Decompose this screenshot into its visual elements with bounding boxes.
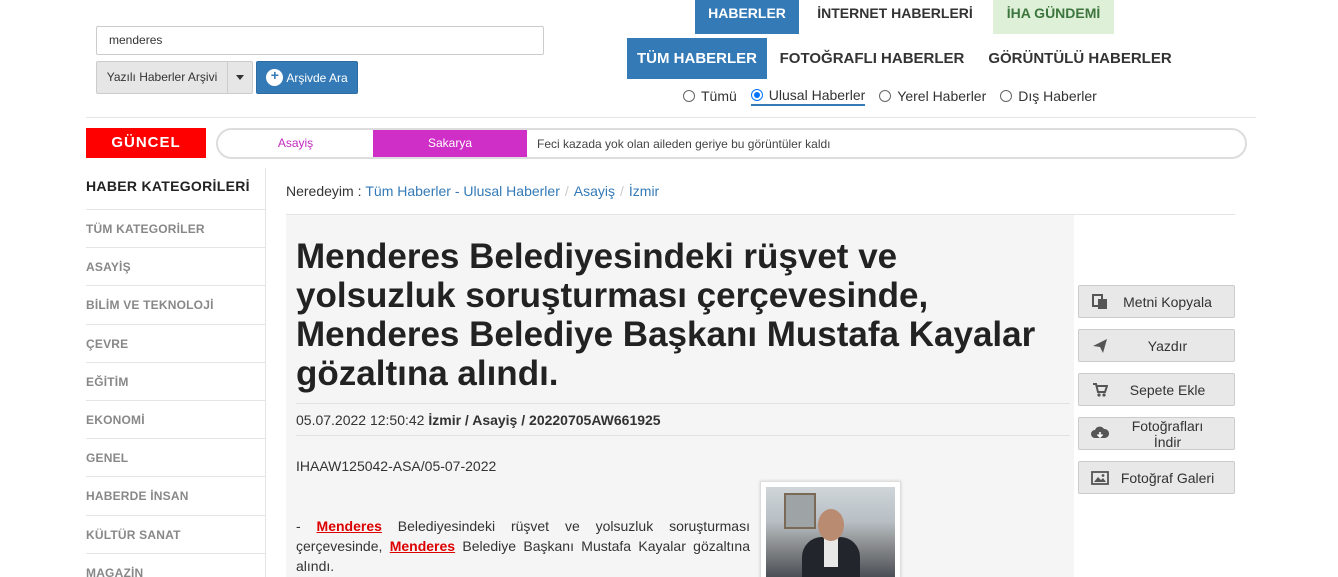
- breadcrumb-link-tum-haberler[interactable]: Tüm Haberler - Ulusal Haberler: [365, 183, 560, 199]
- article-meta: 05.07.2022 12:50:42 İzmir / Asayiş / 202…: [296, 412, 661, 428]
- ticker-headline[interactable]: Feci kazada yok olan aileden geriye bu g…: [527, 137, 831, 151]
- radio-ulusal-haberler[interactable]: Ulusal Haberler: [750, 86, 866, 106]
- add-to-cart-label: Sepete Ekle: [1129, 381, 1206, 398]
- article-body: - Menderes Belediyesindeki rüşvet ve yol…: [296, 516, 750, 576]
- breadcrumb-link-asayis[interactable]: Asayiş: [574, 183, 615, 199]
- breadcrumb-link-izmir[interactable]: İzmir: [629, 183, 659, 199]
- archive-search-button-label: Arşivde Ara: [286, 70, 348, 85]
- article-divider: [296, 403, 1070, 404]
- cart-icon: [1091, 382, 1109, 398]
- radio-label: Yerel Haberler: [897, 88, 987, 104]
- news-ticker[interactable]: Asayiş Sakarya Feci kazada yok olan aile…: [216, 128, 1247, 159]
- breadcrumb-separator: /: [564, 183, 569, 199]
- archive-type-select[interactable]: Yazılı Haberler Arşivi: [96, 61, 253, 94]
- chevron-down-icon[interactable]: [228, 62, 252, 93]
- article-divider: [296, 435, 1070, 436]
- breadcrumb-prefix: Neredeyim :: [286, 183, 362, 199]
- keyword-highlight: Menderes: [389, 538, 456, 554]
- article-photo-image: [766, 487, 895, 577]
- sidebar-item-magazin[interactable]: MAGAZİN: [86, 554, 265, 577]
- print-label: Yazdır: [1147, 337, 1188, 354]
- radio-label: Ulusal Haberler: [768, 87, 866, 103]
- keyword-highlight: Menderes: [316, 518, 382, 534]
- tab-fotografli-haberler[interactable]: FOTOĞRAFLI HABERLER: [772, 38, 972, 79]
- article-city: İzmir: [428, 412, 462, 428]
- sidebar-item-genel[interactable]: GENEL: [86, 439, 265, 478]
- sidebar-item-ekonomi[interactable]: EKONOMİ: [86, 401, 265, 440]
- radio-label: Tümü: [701, 88, 737, 104]
- news-scope-radio-group: Tümü Ulusal Haberler Yerel Haberler Dış …: [683, 86, 1111, 106]
- ticker-city[interactable]: Sakarya: [373, 130, 527, 157]
- sidebar-item-egitim[interactable]: EĞİTİM: [86, 363, 265, 401]
- add-to-cart-button[interactable]: Sepete Ekle: [1078, 373, 1235, 406]
- sidebar-item-bilim-teknoloji[interactable]: BİLİM VE TEKNOLOJİ: [86, 286, 265, 325]
- ticker-category[interactable]: Asayiş: [218, 130, 373, 157]
- cloud-download-icon: [1091, 426, 1109, 442]
- radio-yerel-haberler[interactable]: Yerel Haberler: [879, 86, 986, 106]
- radio-circle-icon: [879, 90, 892, 102]
- article-body-text: -: [296, 518, 317, 534]
- sidebar-item-asayis[interactable]: ASAYİŞ: [86, 248, 265, 287]
- article-title: Menderes Belediyesindeki rüşvet ve yolsu…: [296, 237, 1036, 393]
- radio-dis-haberler[interactable]: Dış Haberler: [1000, 86, 1097, 106]
- breadcrumb: Neredeyim : Tüm Haberler - Ulusal Haberl…: [286, 183, 659, 199]
- guncel-badge: GÜNCEL: [86, 128, 206, 158]
- image-icon: [1091, 470, 1109, 486]
- header-divider: [86, 117, 1256, 118]
- print-button[interactable]: Yazdır: [1078, 329, 1235, 362]
- breadcrumb-separator: /: [620, 183, 624, 199]
- tab-haberler[interactable]: HABERLER: [695, 0, 799, 34]
- zoom-in-icon: [266, 67, 284, 86]
- radio-label: Dış Haberler: [1018, 88, 1097, 104]
- article-panel: Menderes Belediyesindeki rüşvet ve yolsu…: [286, 215, 1074, 577]
- category-list: TÜM KATEGORİLER ASAYİŞ BİLİM VE TEKNOLOJ…: [86, 209, 265, 577]
- photo-gallery-label: Fotoğraf Galeri: [1120, 469, 1215, 486]
- tab-internet-haberleri[interactable]: İNTERNET HABERLERİ: [803, 0, 987, 34]
- sidebar-divider: [265, 168, 266, 577]
- archive-search-button[interactable]: Arşivde Ara: [256, 61, 358, 94]
- article-id: 20220705AW661925: [529, 412, 661, 428]
- sidebar-item-cevre[interactable]: ÇEVRE: [86, 325, 265, 363]
- copy-text-label: Metni Kopyala: [1123, 293, 1212, 310]
- tab-iha-gundemi[interactable]: İHA GÜNDEMİ: [993, 0, 1114, 34]
- download-photos-label: Fotoğrafları İndir: [1131, 417, 1204, 450]
- radio-circle-icon: [683, 90, 695, 102]
- sidebar-title: HABER KATEGORİLERİ: [86, 178, 250, 194]
- sidebar-item-kultur-sanat[interactable]: KÜLTÜR SANAT: [86, 516, 265, 554]
- article-code: IHAAW125042-ASA/05-07-2022: [296, 458, 497, 474]
- sidebar-item-tum-kategoriler[interactable]: TÜM KATEGORİLER: [86, 210, 265, 249]
- sidebar-item-haberde-insan[interactable]: HABERDE İNSAN: [86, 477, 265, 516]
- photo-gallery-button[interactable]: Fotoğraf Galeri: [1078, 461, 1235, 494]
- article-datetime: 05.07.2022 12:50:42: [296, 412, 425, 428]
- download-photos-button[interactable]: Fotoğrafları İndir: [1078, 417, 1235, 450]
- radio-circle-icon: [1000, 90, 1013, 102]
- send-icon: [1091, 338, 1109, 354]
- tab-goruntulu-haberler[interactable]: GÖRÜNTÜLÜ HABERLER: [980, 38, 1180, 79]
- copy-text-button[interactable]: Metni Kopyala: [1078, 285, 1235, 318]
- archive-type-label: Yazılı Haberler Arşivi: [97, 62, 228, 93]
- radio-checked-icon: [750, 89, 763, 101]
- tab-tum-haberler[interactable]: TÜM HABERLER: [627, 38, 767, 79]
- article-photo[interactable]: [760, 481, 901, 577]
- article-category: Asayiş: [472, 412, 518, 428]
- copy-icon: [1091, 293, 1109, 310]
- radio-tumu[interactable]: Tümü: [683, 86, 737, 106]
- archive-search-input[interactable]: menderes: [96, 26, 544, 55]
